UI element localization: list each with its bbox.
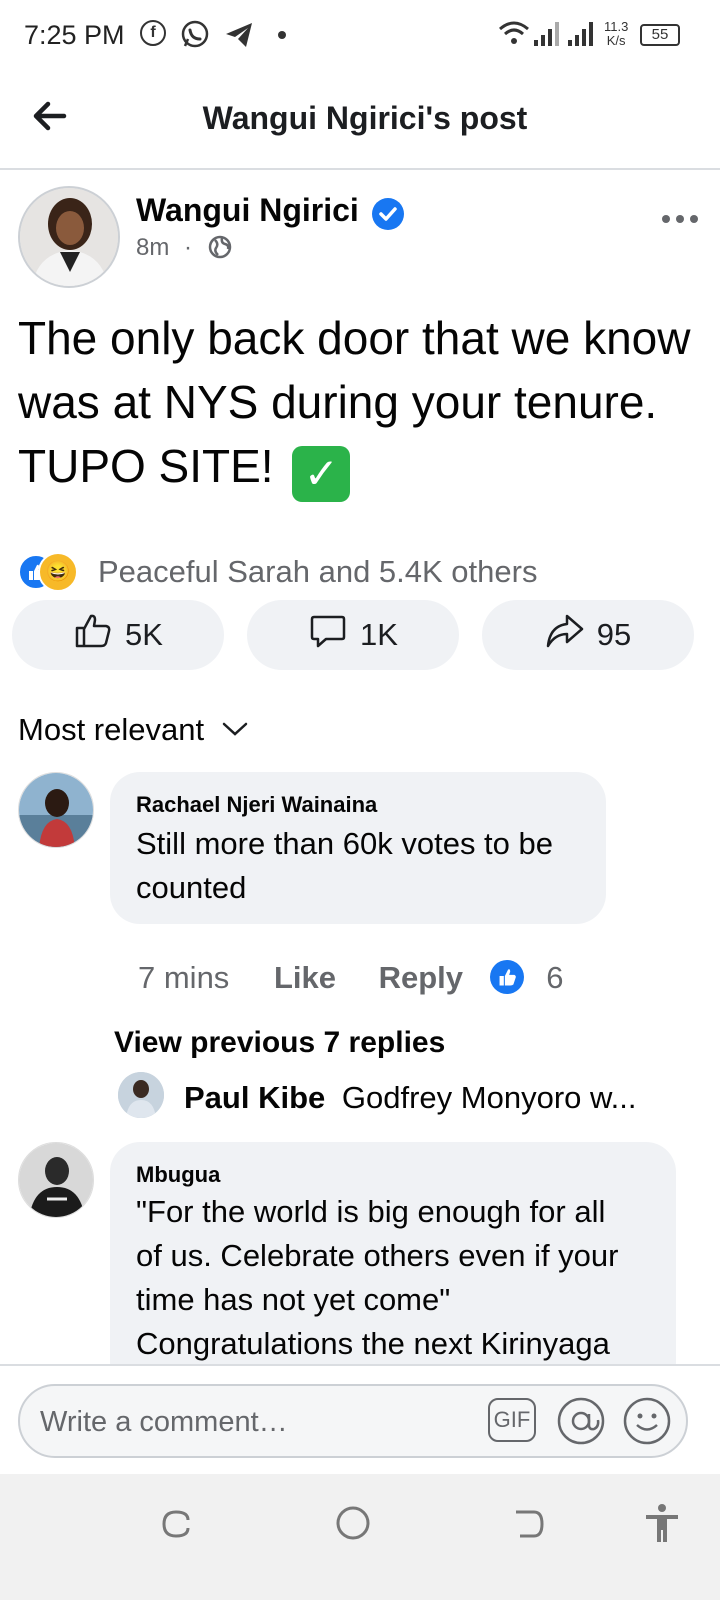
share-button[interactable]: 95 [482, 600, 694, 670]
reply-preview[interactable]: Paul Kibe Godfrey Monyoro w... [184, 1080, 637, 1116]
view-previous-replies[interactable]: View previous 7 replies [114, 1026, 445, 1060]
like-reaction-icon [489, 960, 524, 994]
comment-bubble[interactable]: Mbugua "For the world is big enough for … [110, 1142, 676, 1392]
accessibility-icon[interactable] [642, 1502, 682, 1549]
top-bar: Wangui Ngirici's post [0, 72, 720, 170]
sort-dropdown[interactable]: Most relevant [18, 710, 249, 748]
whatsapp-icon [180, 19, 210, 54]
signal-icon [566, 22, 596, 51]
sort-label: Most relevant [18, 712, 205, 747]
comment-bubble[interactable]: Rachael Njeri Wainaina Still more than 6… [110, 772, 606, 924]
comment-time: 7 mins [138, 960, 230, 995]
share-count: 95 [596, 617, 632, 652]
author-name[interactable]: Wangui Ngirici [136, 192, 359, 229]
home-icon[interactable] [334, 1504, 372, 1547]
comment-line: Congratulations the next Kirinyaga [136, 1326, 610, 1361]
post-meta: 8m · [136, 234, 233, 267]
comment-actions: 7 mins Like Reply 6 [138, 960, 564, 996]
comment-line: of us. Celebrate others even if your [136, 1238, 619, 1273]
globe-icon [207, 234, 233, 267]
verified-badge-icon [372, 198, 404, 230]
comment-text: "For the world is big enough for all of … [136, 1190, 666, 1366]
page-title: Wangui Ngirici's post [202, 100, 528, 136]
like-count: 5K [125, 617, 163, 652]
dot-icon [278, 31, 286, 39]
thumbs-up-icon [73, 612, 113, 658]
net-speed-value: 11.3 [604, 19, 629, 34]
reply-author[interactable]: Paul Kibe [184, 1080, 325, 1115]
reactions-text: Peaceful Sarah and 5.4K others [98, 554, 538, 589]
haha-reaction-icon: 😆 [38, 552, 78, 592]
gif-button[interactable]: GIF [488, 1398, 536, 1442]
system-nav-bar [0, 1474, 720, 1600]
back-nav-icon[interactable] [510, 1506, 546, 1547]
post-time: 8m [136, 234, 170, 261]
meta-separator: · [184, 234, 193, 261]
comment-bubble-icon [308, 611, 348, 659]
rotate-icon[interactable] [158, 1506, 194, 1547]
status-time: 7:25 PM [24, 20, 125, 50]
commenter-avatar[interactable] [18, 1142, 94, 1218]
telegram-icon [224, 21, 254, 54]
comment-reaction-count: 6 [546, 960, 564, 995]
comment-text: Still more than 60k votes to be counted [136, 826, 554, 905]
facebook-icon: f [140, 20, 166, 46]
share-arrow-icon [545, 612, 585, 658]
reply-text: Godfrey Monyoro w... [341, 1080, 637, 1115]
post-text: The only back door that we know was at N… [18, 312, 691, 492]
wifi-icon [498, 20, 530, 51]
commenter-name[interactable]: Rachael Njeri Wainaina [136, 792, 377, 818]
author-avatar[interactable] [18, 186, 120, 288]
comment-input[interactable]: Write a comment… GIF [18, 1384, 688, 1458]
comment-like-button[interactable]: Like [274, 960, 336, 995]
comment-composer: Write a comment… GIF [0, 1364, 720, 1476]
chevron-down-icon [221, 710, 249, 746]
comment-line: time has not yet come" [136, 1282, 451, 1317]
signal-icon [532, 22, 562, 51]
status-bar: 7:25 PM f 11.3 K/s 55 [0, 0, 720, 72]
battery-icon: 55 [640, 24, 680, 46]
comment-placeholder: Write a comment… [40, 1406, 288, 1438]
reply-avatar[interactable] [118, 1072, 164, 1118]
net-speed: 11.3 K/s [604, 20, 628, 48]
comment-count: 1K [360, 617, 398, 652]
commenter-avatar[interactable] [18, 772, 94, 848]
more-options-icon[interactable] [660, 212, 700, 230]
comment-button[interactable]: 1K [247, 600, 459, 670]
commenter-name[interactable]: Mbugua [136, 1162, 220, 1188]
comment-reply-button[interactable]: Reply [379, 960, 463, 995]
check-mark-button-icon: ✓ [292, 446, 351, 502]
comment-line: "For the world is big enough for all [136, 1194, 606, 1229]
net-speed-unit: K/s [606, 33, 626, 48]
mention-icon[interactable] [556, 1396, 606, 1451]
like-button[interactable]: 5K [12, 600, 224, 670]
emoji-icon[interactable] [622, 1396, 672, 1451]
post-body: The only back door that we know was at N… [18, 306, 708, 502]
